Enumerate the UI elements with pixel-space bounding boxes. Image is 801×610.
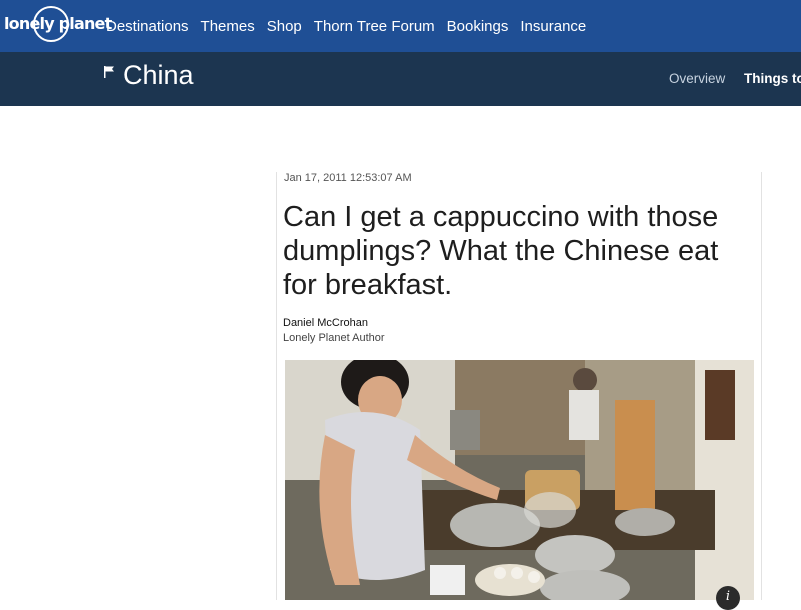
top-navigation-bar: lonely planet Destinations Themes Shop T… (0, 0, 801, 52)
nav-item-insurance[interactable]: Insurance (520, 18, 586, 35)
flag-icon (104, 66, 114, 78)
subnav-things-to-do[interactable]: Things to (744, 71, 801, 86)
author-role: Lonely Planet Author (283, 332, 385, 344)
nav-item-themes[interactable]: Themes (201, 18, 255, 35)
section-title[interactable]: China (123, 60, 194, 91)
nav-item-destinations[interactable]: Destinations (106, 18, 189, 35)
lonely-planet-logo[interactable]: lonely planet (4, 5, 112, 45)
article-headline: Can I get a cappuccino with those dumpli… (283, 201, 719, 301)
logo-text: lonely planet (4, 14, 112, 33)
info-icon[interactable]: i (716, 586, 740, 610)
article-timestamp: Jan 17, 2011 12:53:07 AM (284, 172, 412, 184)
nav-item-thorn-tree-forum[interactable]: Thorn Tree Forum (314, 18, 435, 35)
subnav-overview[interactable]: Overview (669, 71, 725, 86)
nav-item-shop[interactable]: Shop (267, 18, 302, 35)
nav-item-bookings[interactable]: Bookings (447, 18, 509, 35)
article-photo (285, 360, 754, 600)
main-nav: Destinations Themes Shop Thorn Tree Foru… (106, 0, 598, 52)
author-name[interactable]: Daniel McCrohan (283, 317, 368, 329)
